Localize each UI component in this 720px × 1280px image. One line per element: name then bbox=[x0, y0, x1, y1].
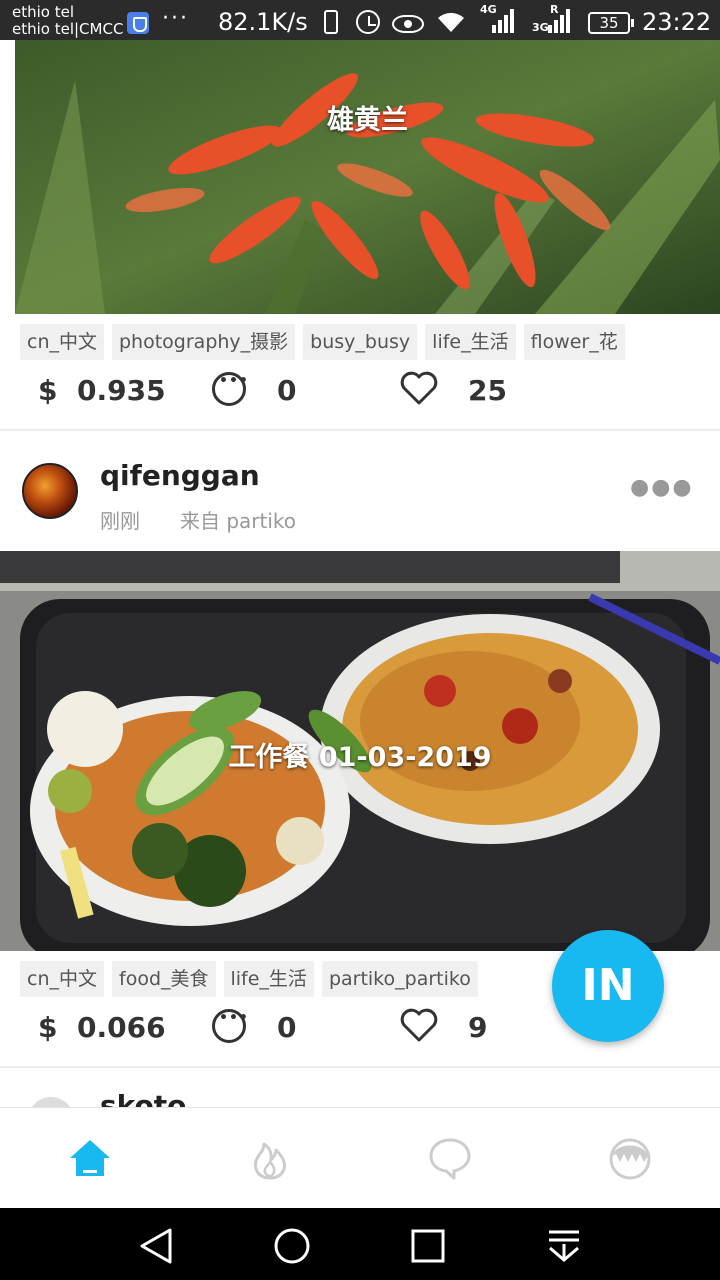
fire-icon[interactable] bbox=[246, 1134, 294, 1182]
like-count: 9 bbox=[468, 1011, 488, 1044]
payout-value[interactable]: 0.066 bbox=[77, 1011, 166, 1044]
back-icon[interactable] bbox=[136, 1226, 176, 1266]
alarm-icon bbox=[356, 10, 380, 34]
comment-count: 0 bbox=[277, 1011, 297, 1044]
tag-list: cn_中文 photography_摄影 busy_busy life_生活 f… bbox=[20, 324, 625, 360]
tag[interactable]: photography_摄影 bbox=[112, 324, 296, 360]
author-name[interactable]: skoto bbox=[100, 1089, 186, 1107]
carrier-info: ethio tel ethio tel|CMCC bbox=[12, 4, 123, 38]
home-icon[interactable] bbox=[66, 1134, 114, 1182]
more-options-icon[interactable]: ●●● bbox=[630, 475, 694, 500]
avatar[interactable] bbox=[22, 463, 78, 519]
comment-icon[interactable] bbox=[212, 1009, 249, 1043]
carrier-1: ethio tel bbox=[12, 3, 75, 21]
tag[interactable]: life_生活 bbox=[425, 324, 516, 360]
network-speed: 82.1K/s bbox=[218, 8, 308, 36]
carrier-2: ethio tel|CMCC bbox=[12, 20, 124, 38]
heart-icon[interactable] bbox=[400, 370, 438, 406]
post-header[interactable]: skoto bbox=[0, 1067, 720, 1107]
battery-icon: 35 bbox=[588, 12, 634, 34]
currency-symbol: $ bbox=[38, 374, 58, 407]
vibrate-icon bbox=[324, 10, 338, 34]
clock: 23:22 bbox=[642, 8, 712, 36]
image-caption: 雄黄兰 bbox=[327, 105, 408, 136]
eye-comfort-icon bbox=[392, 15, 424, 33]
like-count: 25 bbox=[468, 374, 507, 407]
status-icons: 4G R 3G bbox=[318, 3, 570, 37]
post-source: 来自 partiko bbox=[180, 509, 297, 533]
status-bar: ethio tel ethio tel|CMCC ··· 82.1K/s 4G bbox=[0, 0, 720, 40]
tag[interactable]: cn_中文 bbox=[20, 961, 104, 997]
tag[interactable]: cn_中文 bbox=[20, 324, 104, 360]
wifi-icon bbox=[436, 10, 466, 34]
notification-pull-icon[interactable] bbox=[544, 1226, 584, 1266]
tag-list: cn_中文 food_美食 life_生活 partiko_partiko bbox=[20, 961, 478, 997]
home-button-icon[interactable] bbox=[272, 1226, 312, 1266]
payout-value[interactable]: 0.935 bbox=[77, 374, 166, 407]
tag[interactable]: life_生活 bbox=[223, 961, 314, 997]
more-notifications-icon: ··· bbox=[162, 6, 189, 31]
post-header[interactable]: qifenggan 刚刚 来自 partiko ●●● bbox=[0, 431, 720, 551]
bottom-nav bbox=[0, 1107, 720, 1208]
author-name[interactable]: qifenggan bbox=[100, 459, 260, 492]
system-nav-bar bbox=[0, 1208, 720, 1280]
signal-icon-1: 4G bbox=[478, 3, 518, 37]
profile-icon[interactable] bbox=[606, 1134, 654, 1182]
flower-photo bbox=[15, 40, 720, 314]
shield-icon bbox=[127, 12, 149, 34]
post-time: 刚刚 bbox=[100, 509, 140, 533]
comment-icon[interactable] bbox=[212, 372, 249, 406]
image-caption: 工作餐 01-03-2019 bbox=[228, 742, 492, 773]
screen: ethio tel ethio tel|CMCC ··· 82.1K/s 4G bbox=[0, 0, 720, 1280]
chat-icon[interactable] bbox=[426, 1134, 474, 1182]
tag[interactable]: busy_busy bbox=[303, 324, 418, 360]
comment-count: 0 bbox=[277, 374, 297, 407]
post-stats: $ 0.935 0 25 bbox=[0, 366, 720, 416]
tag[interactable]: food_美食 bbox=[112, 961, 216, 997]
fab-button[interactable]: IN bbox=[552, 930, 664, 1042]
signal-icon-2: R 3G bbox=[530, 3, 570, 37]
post-image[interactable]: 雄黄兰 bbox=[15, 40, 720, 314]
currency-symbol: $ bbox=[38, 1011, 58, 1044]
recents-icon[interactable] bbox=[408, 1226, 448, 1266]
tag[interactable]: flower_花 bbox=[523, 324, 625, 360]
heart-icon[interactable] bbox=[400, 1007, 438, 1043]
post-image[interactable]: 工作餐 01-03-2019 bbox=[0, 551, 720, 951]
tag[interactable]: partiko_partiko bbox=[321, 961, 478, 997]
avatar[interactable] bbox=[28, 1097, 74, 1107]
